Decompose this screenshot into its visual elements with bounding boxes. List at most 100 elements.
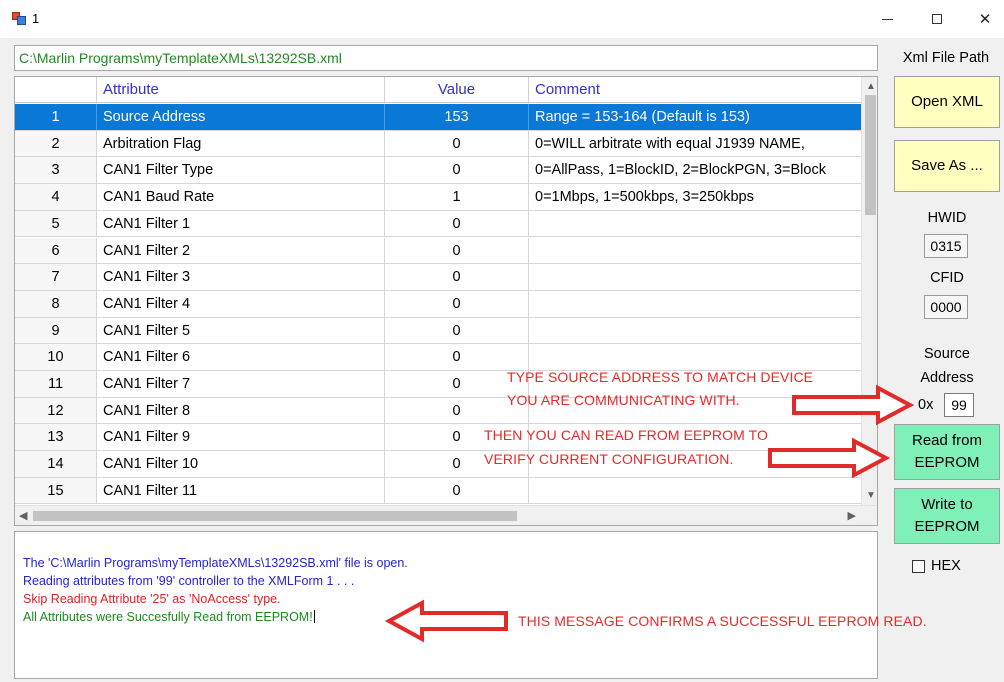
comment-cell[interactable] xyxy=(529,264,861,290)
attribute-cell[interactable]: Arbitration Flag xyxy=(97,130,385,157)
value-cell[interactable]: 0 xyxy=(385,237,529,264)
source-address-input[interactable] xyxy=(944,393,974,417)
table-row[interactable]: 10 CAN1 Filter 60 xyxy=(15,344,861,371)
app-window-icon[interactable] xyxy=(12,12,26,25)
close-button[interactable]: ✕ xyxy=(962,0,1004,38)
value-cell[interactable]: 0 xyxy=(385,264,529,290)
attribute-cell[interactable]: Source Address xyxy=(97,104,385,130)
comment-cell[interactable] xyxy=(529,344,861,370)
value-cell[interactable]: 0 xyxy=(385,157,529,184)
annotation-read-line2: VERIFY CURRENT CONFIGURATION. xyxy=(484,451,734,467)
row-index-cell[interactable]: 9 xyxy=(15,317,97,344)
text-caret xyxy=(313,610,315,623)
header-value[interactable]: Value xyxy=(385,77,529,103)
comment-cell[interactable] xyxy=(529,291,861,317)
comment-cell[interactable]: 0=1Mbps, 1=500kbps, 3=250kbps xyxy=(529,184,861,210)
minimize-icon xyxy=(881,18,893,20)
comment-cell[interactable]: 0=WILL arbitrate with equal J1939 NAME, xyxy=(529,131,861,157)
attribute-grid[interactable]: Attribute Value Comment 1 Source Address 1… xyxy=(14,76,878,526)
attribute-cell[interactable]: CAN1 Filter 3 xyxy=(97,264,385,290)
row-index-cell[interactable]: 13 xyxy=(15,424,97,451)
header-index-cell[interactable] xyxy=(15,77,97,103)
checkbox-box[interactable] xyxy=(912,559,925,573)
attribute-cell[interactable]: CAN1 Filter 9 xyxy=(97,424,385,451)
cfid-value: 0000 xyxy=(924,295,968,319)
window-title: 1 xyxy=(32,11,40,26)
table-row[interactable]: 7 CAN1 Filter 30 xyxy=(15,264,861,291)
comment-cell[interactable] xyxy=(529,238,861,264)
comment-cell[interactable]: Range = 153-164 (Default is 153) xyxy=(529,104,861,130)
scroll-left-icon[interactable]: ◀ xyxy=(19,509,27,522)
comment-cell[interactable] xyxy=(529,478,861,504)
table-row[interactable]: 1 Source Address 153 Range = 153-164 (Defau… xyxy=(15,104,861,131)
table-row[interactable]: 5 CAN1 Filter 10 xyxy=(15,210,861,238)
row-index-cell[interactable]: 8 xyxy=(15,290,97,317)
value-cell[interactable]: 0 xyxy=(385,210,529,237)
attribute-cell[interactable]: CAN1 Filter 2 xyxy=(97,237,385,264)
write-button-line2: EEPROM xyxy=(914,518,980,535)
value-cell[interactable]: 1 xyxy=(385,184,529,210)
minimize-button[interactable] xyxy=(864,0,910,38)
scroll-down-icon[interactable]: ▼ xyxy=(866,490,876,501)
maximize-button[interactable] xyxy=(914,0,960,38)
attribute-cell[interactable]: CAN1 Filter 5 xyxy=(97,317,385,344)
value-cell[interactable]: 0 xyxy=(385,130,529,157)
value-cell[interactable]: 0 xyxy=(385,290,529,317)
table-row[interactable]: 15 CAN1 Filter 11 0 xyxy=(15,477,861,505)
row-index-cell[interactable]: 6 xyxy=(15,237,97,264)
row-index-cell[interactable]: 5 xyxy=(15,210,97,237)
horizontal-scroll-thumb[interactable] xyxy=(33,511,517,521)
row-index-cell[interactable]: 7 xyxy=(15,264,97,290)
file-path-field[interactable]: C:\Marlin Programs\myTemplateXMLs\13292S… xyxy=(14,45,878,71)
table-row[interactable]: 2 Arbitration Flag 0 0=WILL arbitrate with … xyxy=(15,130,861,158)
row-index-cell[interactable]: 4 xyxy=(15,184,97,210)
row-index-cell[interactable]: 14 xyxy=(15,451,97,477)
vertical-scroll-thumb[interactable] xyxy=(865,95,876,215)
attribute-cell[interactable]: CAN1 Filter 10 xyxy=(97,451,385,477)
attribute-cell[interactable]: CAN1 Filter 1 xyxy=(97,210,385,237)
table-row[interactable]: 9 CAN1 Filter 50 xyxy=(15,317,861,345)
attribute-cell[interactable]: CAN1 Filter 6 xyxy=(97,344,385,370)
row-index-cell[interactable]: 12 xyxy=(15,397,97,424)
value-cell[interactable]: 153 xyxy=(385,104,529,130)
attribute-cell[interactable]: CAN1 Filter Type xyxy=(97,157,385,184)
comment-cell[interactable] xyxy=(529,211,861,237)
scroll-right-icon[interactable]: ▶ xyxy=(848,509,856,522)
hwid-value: 0315 xyxy=(924,234,968,258)
value-cell[interactable]: 0 xyxy=(385,317,529,344)
horizontal-scrollbar[interactable]: ◀ ▶ xyxy=(15,505,877,525)
row-index-cell[interactable]: 11 xyxy=(15,371,97,397)
value-cell[interactable]: 0 xyxy=(385,477,529,504)
table-row[interactable]: 14 CAN1 Filter 10 0 xyxy=(15,451,861,478)
value-cell[interactable]: 0 xyxy=(385,344,529,370)
hex-checkbox[interactable]: HEX xyxy=(912,558,961,574)
comment-cell[interactable]: 0=AllPass, 1=BlockID, 2=BlockPGN, 3=Bloc… xyxy=(529,157,861,183)
comment-cell[interactable] xyxy=(529,318,861,344)
attribute-cell[interactable]: CAN1 Baud Rate xyxy=(97,184,385,210)
attribute-cell[interactable]: CAN1 Filter 11 xyxy=(97,477,385,504)
table-row[interactable]: 8 CAN1 Filter 40 xyxy=(15,290,861,318)
save-as-button[interactable]: Save As ... xyxy=(894,140,1000,192)
row-index-cell[interactable]: 1 xyxy=(15,104,97,130)
address-label: Address xyxy=(920,370,974,386)
row-index-cell[interactable]: 10 xyxy=(15,344,97,370)
attribute-cell[interactable]: CAN1 Filter 7 xyxy=(97,371,385,397)
row-index-cell[interactable]: 2 xyxy=(15,130,97,157)
scroll-up-icon[interactable]: ▲ xyxy=(866,81,876,92)
source-label: Source xyxy=(924,346,970,362)
table-row[interactable]: 3 CAN1 Filter Type 0 0=AllPass, 1=BlockID, … xyxy=(15,157,861,185)
write-to-eeprom-button[interactable]: Write to EEPROM xyxy=(894,488,1000,544)
attribute-cell[interactable]: CAN1 Filter 4 xyxy=(97,290,385,317)
header-comment[interactable]: Comment xyxy=(529,77,861,103)
read-from-eeprom-button[interactable]: Read from EEPROM xyxy=(894,424,1000,480)
row-index-cell[interactable]: 15 xyxy=(15,477,97,504)
row-index-cell[interactable]: 3 xyxy=(15,157,97,184)
read-button-line1: Read from xyxy=(911,432,983,449)
table-row[interactable]: 4 CAN1 Baud Rate 1 0=1Mbps, 1=500kbps, 3=25… xyxy=(15,184,861,211)
attribute-cell[interactable]: CAN1 Filter 8 xyxy=(97,397,385,424)
red-arrow-icon xyxy=(768,437,891,479)
open-xml-button[interactable]: Open XML xyxy=(894,76,1000,128)
annotation-source-line1: TYPE SOURCE ADDRESS TO MATCH DEVICE xyxy=(507,369,814,385)
table-row[interactable]: 6 CAN1 Filter 20 xyxy=(15,237,861,265)
header-attribute[interactable]: Attribute xyxy=(97,77,385,103)
